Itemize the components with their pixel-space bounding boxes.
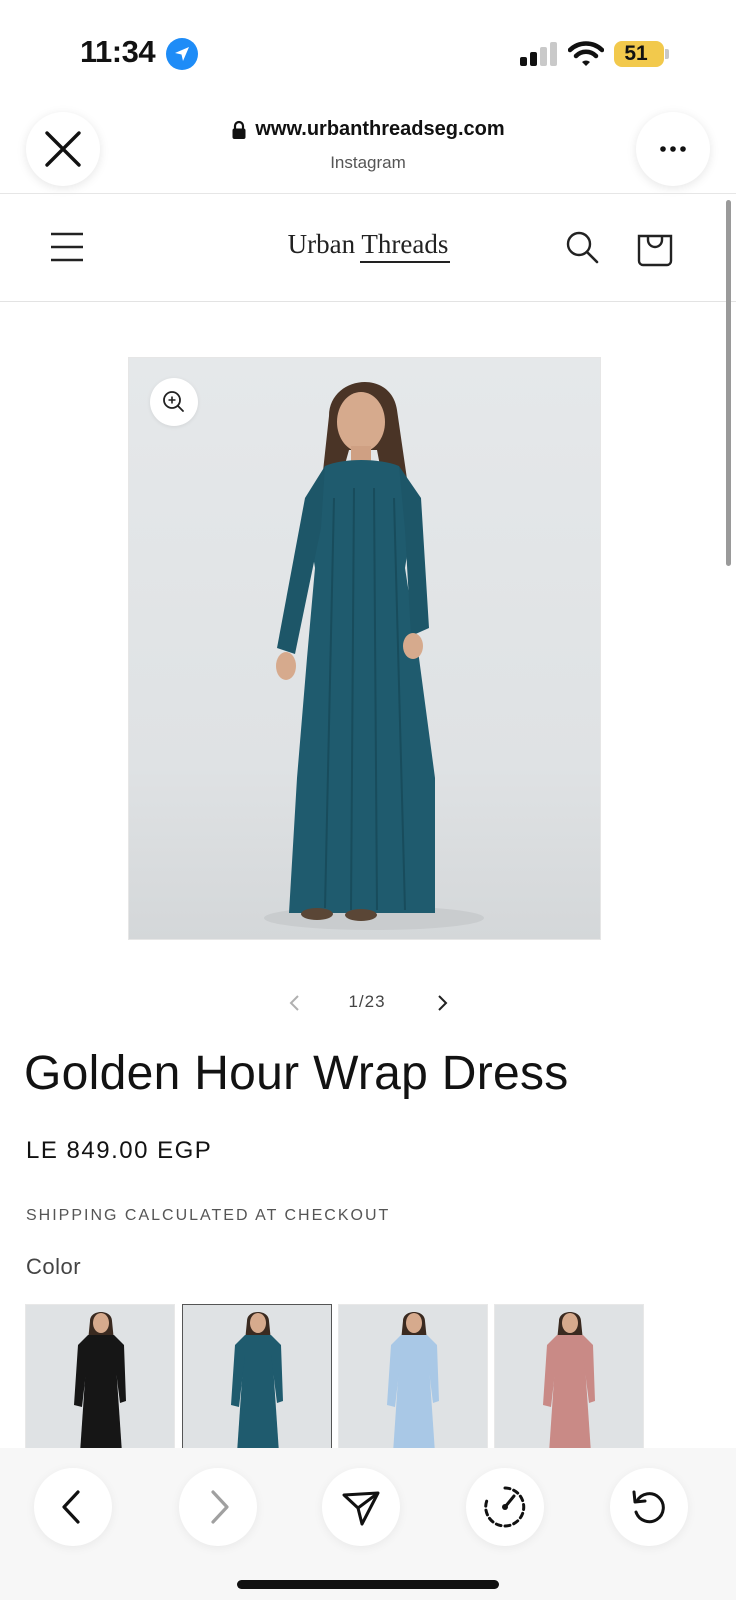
chevron-right-icon <box>438 995 448 1011</box>
product-title: Golden Hour Wrap Dress <box>24 1047 569 1100</box>
url-source: Instagram <box>330 152 406 172</box>
close-icon <box>45 131 81 167</box>
header-divider <box>0 301 736 302</box>
swatch-figure <box>387 1312 439 1451</box>
forward-button[interactable] <box>179 1468 257 1546</box>
back-icon <box>62 1490 80 1524</box>
home-indicator[interactable] <box>237 1580 499 1589</box>
back-button[interactable] <box>34 1468 112 1546</box>
image-counter: 1/23 <box>348 992 386 1011</box>
swatch-figure <box>74 1312 126 1451</box>
share-button[interactable] <box>322 1468 400 1546</box>
speed-button[interactable] <box>466 1468 544 1546</box>
url-text: www.urbanthreadseg.com <box>255 118 505 140</box>
chevron-left-icon <box>289 995 299 1011</box>
location-arrow-icon <box>166 38 198 70</box>
color-label: Color <box>26 1254 82 1279</box>
wifi-icon <box>568 40 604 68</box>
product-price: LE 849.00 EGP <box>26 1137 213 1164</box>
forward-icon <box>211 1490 229 1524</box>
speedometer-icon <box>484 1486 526 1528</box>
product-image[interactable] <box>128 357 601 940</box>
zoom-in-icon <box>163 391 184 412</box>
lock-icon <box>232 120 246 139</box>
status-bar: 11:34 51 <box>0 0 736 100</box>
zoom-image-button[interactable] <box>150 378 198 426</box>
swatch-figure <box>231 1312 283 1451</box>
status-time: 11:34 <box>80 34 156 69</box>
next-image-button[interactable] <box>432 990 452 1016</box>
reload-icon <box>632 1490 665 1524</box>
color-swatch-teal[interactable] <box>182 1304 332 1452</box>
cellular-signal-icon <box>520 42 560 66</box>
color-swatch-rose[interactable] <box>494 1304 644 1452</box>
battery-level: 51 <box>624 42 648 65</box>
cart-icon[interactable] <box>636 227 674 267</box>
close-browser-button[interactable] <box>26 112 100 186</box>
more-icon <box>660 146 686 152</box>
url-line: www.urbanthreadseg.com <box>231 118 505 141</box>
color-swatch-light-blue[interactable] <box>338 1304 488 1452</box>
scrollbar[interactable] <box>726 200 731 566</box>
color-swatch-black[interactable] <box>25 1304 175 1452</box>
more-options-button[interactable] <box>636 112 710 186</box>
swatch-figure <box>543 1312 595 1451</box>
search-icon[interactable] <box>564 229 600 265</box>
reload-button[interactable] <box>610 1468 688 1546</box>
image-pagination: 1/23 <box>0 990 736 1020</box>
shipping-note: SHIPPING CALCULATED AT CHECKOUT <box>26 1207 391 1224</box>
battery-icon: 51 <box>614 41 664 67</box>
color-swatch-list <box>25 1304 665 1452</box>
logo-underline <box>360 261 450 263</box>
model-figure <box>264 382 484 930</box>
hamburger-menu-icon[interactable] <box>50 230 84 264</box>
store-logo[interactable]: Urban Threads <box>230 229 506 260</box>
battery-cap <box>665 49 669 59</box>
previous-image-button[interactable] <box>285 990 305 1016</box>
url-bar[interactable]: www.urbanthreadseg.com Instagram <box>130 118 606 173</box>
share-icon <box>342 1491 380 1526</box>
